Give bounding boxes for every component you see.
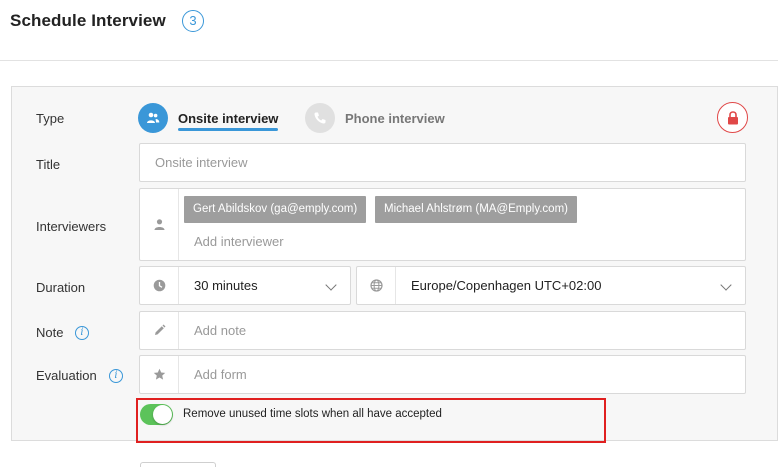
globe-icon-cell bbox=[357, 267, 396, 304]
lock-button[interactable] bbox=[717, 102, 748, 133]
interview-type-selector: Onsite interview Phone interview bbox=[138, 101, 748, 135]
page-title: Schedule Interview bbox=[10, 11, 166, 30]
chevron-down-icon bbox=[720, 279, 732, 291]
interviewers-field: Gert Abildskov (ga@emply.com) Michael Ah… bbox=[139, 188, 746, 261]
interviewers-label: Interviewers bbox=[36, 219, 107, 234]
star-icon-cell bbox=[140, 356, 179, 393]
person-icon-cell bbox=[140, 189, 179, 260]
add-interviewer-input[interactable]: Add interviewer bbox=[194, 234, 284, 249]
type-option-phone-label: Phone interview bbox=[345, 110, 445, 126]
pencil-icon bbox=[154, 324, 165, 335]
timezone-select[interactable]: Europe/Copenhagen UTC+02:00 bbox=[356, 266, 746, 305]
timezone-value: Europe/Copenhagen UTC+02:00 bbox=[411, 278, 602, 293]
pencil-icon-cell bbox=[140, 312, 179, 349]
clock-icon bbox=[153, 279, 165, 292]
star-icon bbox=[153, 368, 165, 380]
note-input-placeholder: Add note bbox=[194, 323, 247, 338]
globe-icon bbox=[369, 279, 383, 292]
interviewer-chip[interactable]: Michael Ahlstrøm (MA@Emply.com) bbox=[375, 196, 577, 223]
evaluation-input[interactable]: Add form bbox=[139, 355, 746, 394]
evaluation-input-placeholder: Add form bbox=[194, 367, 247, 382]
page-header: Schedule Interview 3 bbox=[0, 0, 778, 61]
people-icon bbox=[138, 103, 168, 133]
person-icon bbox=[154, 219, 164, 230]
duration-value: 30 minutes bbox=[194, 278, 258, 293]
chevron-down-icon bbox=[325, 279, 337, 291]
evaluation-label: Evaluation bbox=[36, 368, 97, 383]
lock-icon bbox=[727, 110, 738, 124]
interview-form-panel: Type Onsite interview Phone interview Ti… bbox=[11, 86, 778, 441]
highlight-annotation-box bbox=[136, 398, 606, 443]
duration-select[interactable]: 30 minutes bbox=[139, 266, 351, 305]
step-badge: 3 bbox=[182, 10, 204, 32]
title-label: Title bbox=[36, 157, 61, 172]
phone-icon bbox=[305, 103, 335, 133]
title-input[interactable]: Onsite interview bbox=[139, 143, 746, 182]
note-input[interactable]: Add note bbox=[139, 311, 746, 350]
interviewer-chip[interactable]: Gert Abildskov (ga@emply.com) bbox=[184, 196, 367, 223]
note-label: Note bbox=[36, 325, 64, 340]
type-label: Type bbox=[36, 111, 65, 126]
type-option-phone[interactable]: Phone interview bbox=[305, 101, 445, 135]
type-option-onsite-label: Onsite interview bbox=[178, 110, 279, 131]
evaluation-info-icon[interactable]: i bbox=[109, 369, 123, 383]
bottom-button[interactable] bbox=[140, 462, 216, 467]
type-option-onsite[interactable]: Onsite interview bbox=[138, 101, 279, 135]
clock-icon-cell bbox=[140, 267, 179, 304]
title-input-placeholder: Onsite interview bbox=[155, 155, 248, 170]
duration-label: Duration bbox=[36, 280, 86, 295]
note-info-icon[interactable]: i bbox=[75, 326, 89, 340]
